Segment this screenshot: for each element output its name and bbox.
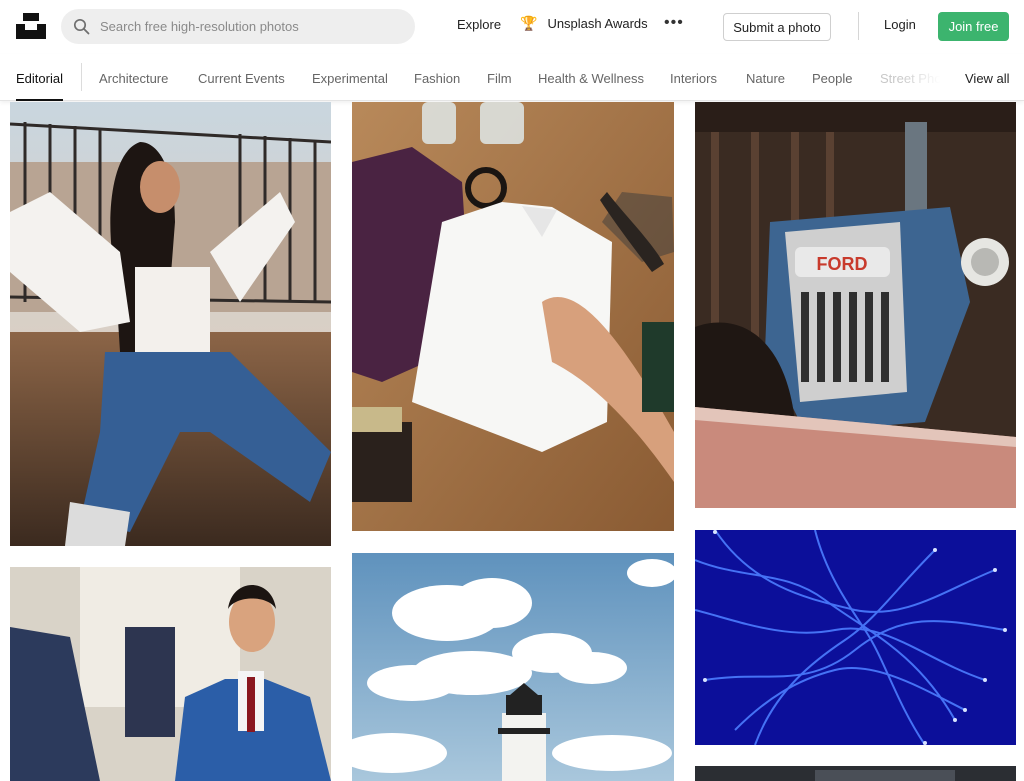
tab-separator [81, 63, 82, 91]
photo-lighthouse[interactable] [352, 553, 674, 781]
trophy-icon: 🏆 [520, 15, 538, 31]
tab-film[interactable]: Film [487, 71, 512, 86]
tab-current-events[interactable]: Current Events [198, 71, 285, 86]
photo-partial-dark[interactable] [695, 766, 1016, 781]
active-tab-indicator [16, 99, 63, 101]
submit-photo-button[interactable]: Submit a photo [723, 13, 831, 41]
tab-overflow-fade: Street Photography [880, 54, 940, 100]
join-free-button[interactable]: Join free [938, 12, 1009, 41]
unsplash-awards-link[interactable]: 🏆 Unsplash Awards [520, 15, 648, 32]
top-header: Explore 🏆 Unsplash Awards ••• Submit a p… [0, 0, 1024, 54]
more-menu-icon[interactable]: ••• [664, 14, 684, 32]
header-divider [858, 12, 859, 40]
search-input[interactable] [100, 19, 400, 34]
explore-link[interactable]: Explore [457, 17, 501, 32]
awards-label: Unsplash Awards [547, 16, 648, 31]
tab-interiors[interactable]: Interiors [670, 71, 717, 86]
tab-people[interactable]: People [812, 71, 852, 86]
tab-architecture[interactable]: Architecture [99, 71, 168, 86]
tab-fashion[interactable]: Fashion [414, 71, 460, 86]
svg-text:FORD: FORD [817, 254, 868, 274]
search-icon [73, 18, 90, 35]
unsplash-logo[interactable] [16, 13, 46, 39]
tab-experimental[interactable]: Experimental [312, 71, 388, 86]
photo-blue-fibers[interactable] [695, 530, 1016, 745]
tab-street-photography[interactable]: Street Photography [880, 71, 940, 86]
login-link[interactable]: Login [884, 17, 916, 32]
tab-editorial[interactable]: Editorial [16, 71, 63, 86]
tab-health-wellness[interactable]: Health & Wellness [538, 71, 644, 86]
photo-ford-tractor[interactable]: FORD [695, 102, 1016, 508]
tab-nature[interactable]: Nature [746, 71, 785, 86]
photo-woman-rooftop[interactable] [10, 102, 331, 546]
search-bar[interactable] [61, 9, 415, 44]
photo-shirts-flat-lay[interactable] [352, 102, 674, 531]
photo-man-blue-suit[interactable] [10, 567, 331, 781]
category-tabs: Editorial Architecture Current Events Ex… [0, 54, 1024, 101]
tab-view-all[interactable]: View all [965, 71, 1010, 86]
